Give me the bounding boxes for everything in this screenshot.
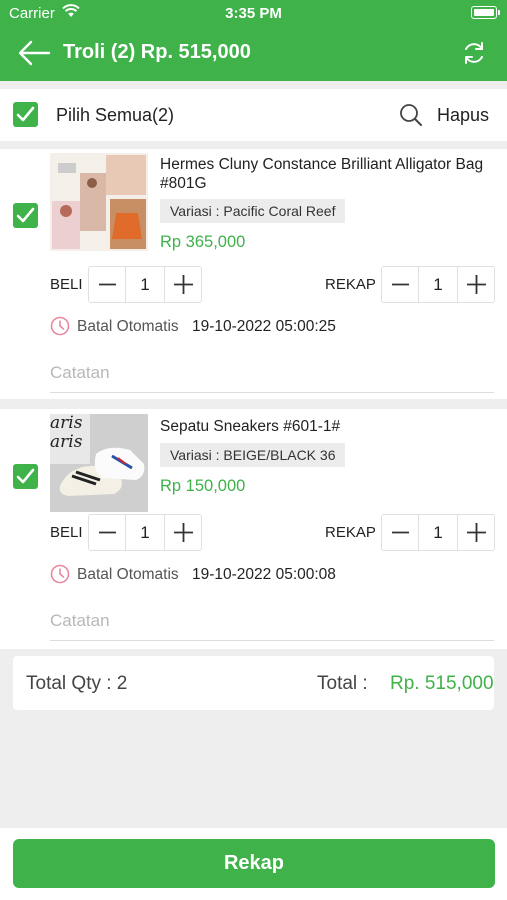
- minus-icon[interactable]: [382, 515, 419, 550]
- cart-item: Hermes Cluny Constance Brilliant Alligat…: [0, 149, 507, 399]
- select-all-checkbox[interactable]: [13, 102, 38, 127]
- minus-icon[interactable]: [89, 515, 126, 550]
- page-title: Troli (2) Rp. 515,000: [63, 41, 251, 63]
- plus-icon[interactable]: [457, 515, 494, 550]
- select-all-bar: Pilih Semua(2) Hapus: [0, 89, 507, 141]
- variant-label: Variasi : Pacific Coral Reef: [160, 199, 346, 223]
- variant-label: Variasi : BEIGE/BLACK 36: [160, 443, 346, 467]
- select-all-label[interactable]: Pilih Semua(2): [56, 105, 174, 126]
- rekap-quantity-value[interactable]: 1: [419, 523, 457, 543]
- plus-icon[interactable]: [164, 515, 201, 550]
- check-icon: [16, 468, 35, 484]
- product-price: Rp 150,000: [160, 477, 246, 495]
- totals-summary: Total Qty : 2 Total : Rp. 515,000: [13, 656, 494, 710]
- total-quantity: Total Qty : 2: [26, 673, 128, 694]
- buy-label: BELI: [50, 276, 83, 293]
- clock-icon: [50, 316, 70, 336]
- bottom-action-bar: Rekap: [0, 828, 507, 900]
- check-icon: [16, 207, 35, 223]
- cart-item: aris aris Sepatu Sneakers #601-1# Variasi…: [0, 409, 507, 649]
- plus-icon[interactable]: [457, 267, 494, 302]
- arrow-left-icon[interactable]: [16, 38, 52, 68]
- rekap-quantity-value[interactable]: 1: [419, 275, 457, 295]
- buy-label: BELI: [50, 524, 83, 541]
- minus-icon[interactable]: [382, 267, 419, 302]
- total-label: Total :: [317, 673, 368, 694]
- total-value: Rp. 515,000: [390, 673, 494, 694]
- nav-bar: Troli (2) Rp. 515,000: [0, 28, 507, 81]
- search-icon[interactable]: [399, 103, 423, 127]
- auto-cancel-label: Batal Otomatis: [77, 318, 179, 335]
- clock-icon: [50, 564, 70, 584]
- app-header: Carrier 3:35 PM Troli (2) Rp. 515,000: [0, 0, 507, 81]
- check-icon: [16, 106, 35, 122]
- item-checkbox[interactable]: [13, 464, 38, 489]
- product-price: Rp 365,000: [160, 233, 246, 251]
- battery-icon: [471, 6, 500, 19]
- rekap-label: REKAP: [325, 276, 376, 293]
- buy-quantity-stepper: 1: [88, 514, 202, 551]
- rekap-button[interactable]: Rekap: [13, 839, 495, 888]
- buy-quantity-value[interactable]: 1: [126, 275, 164, 295]
- product-name: Hermes Cluny Constance Brilliant Alligat…: [160, 156, 484, 192]
- product-image[interactable]: [50, 153, 148, 251]
- buy-quantity-stepper: 1: [88, 266, 202, 303]
- rekap-quantity-stepper: 1: [381, 266, 495, 303]
- product-name: Sepatu Sneakers #601-1#: [160, 418, 341, 435]
- minus-icon[interactable]: [89, 267, 126, 302]
- rekap-quantity-stepper: 1: [381, 514, 495, 551]
- delete-button[interactable]: Hapus: [437, 105, 489, 126]
- plus-icon[interactable]: [164, 267, 201, 302]
- buy-quantity-value[interactable]: 1: [126, 523, 164, 543]
- status-time: 3:35 PM: [225, 5, 282, 22]
- auto-cancel-label: Batal Otomatis: [77, 566, 179, 583]
- rekap-label: REKAP: [325, 524, 376, 541]
- item-checkbox[interactable]: [13, 203, 38, 228]
- refresh-icon[interactable]: [461, 40, 487, 66]
- auto-cancel-time: 19-10-2022 05:00:08: [192, 566, 336, 583]
- note-field[interactable]: Catatan: [50, 611, 494, 641]
- note-field[interactable]: Catatan: [50, 363, 494, 393]
- auto-cancel-time: 19-10-2022 05:00:25: [192, 318, 336, 335]
- status-bar: Carrier 3:35 PM: [0, 0, 507, 28]
- product-image-brand-text: aris aris: [50, 414, 83, 452]
